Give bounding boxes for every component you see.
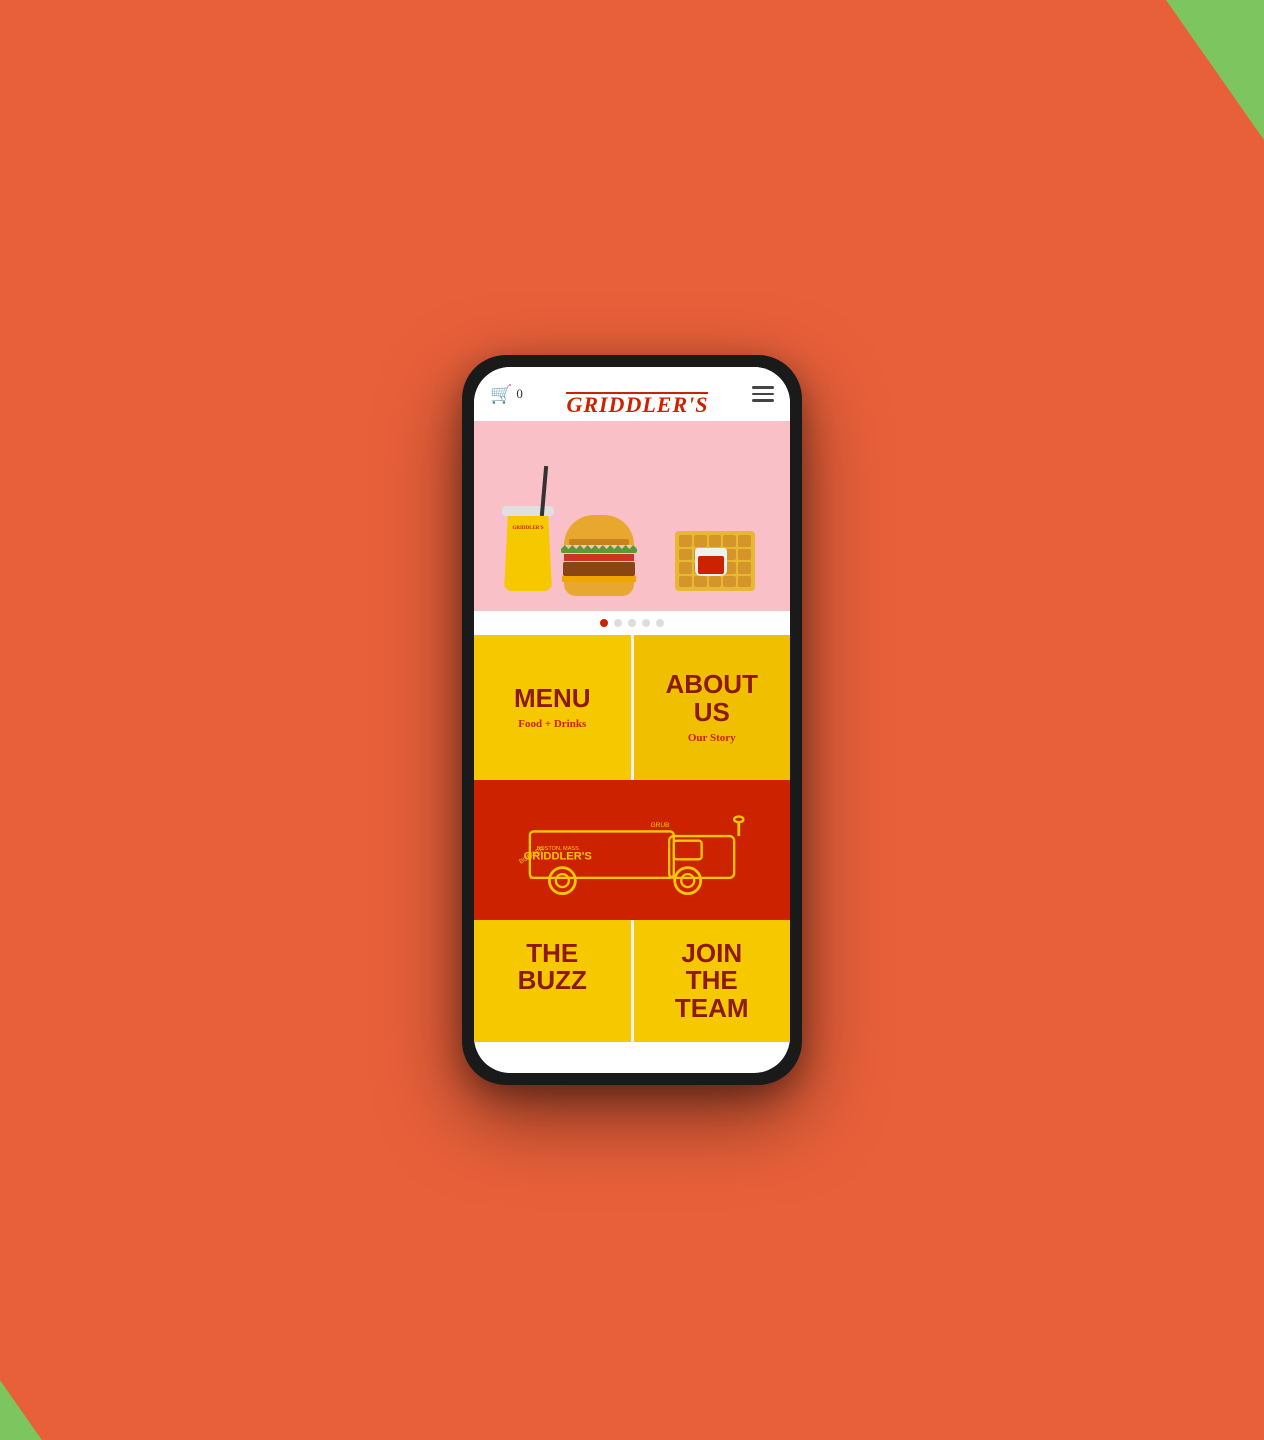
fry-piece	[694, 535, 707, 547]
dot-3[interactable]	[628, 619, 636, 627]
cart-count: 0	[516, 386, 523, 402]
about-subtitle: Our Story	[688, 732, 736, 744]
cart-icon: 🛒	[490, 384, 512, 405]
logo-text: GRIDDLER'S	[566, 392, 708, 394]
hamburger-line-1	[752, 386, 774, 389]
bun-top	[564, 515, 634, 545]
join-team-button[interactable]: JOIN THE TEAM	[634, 920, 791, 1042]
fry-piece	[738, 576, 751, 588]
fry-piece	[723, 535, 736, 547]
svg-text:GRUB: GRUB	[651, 822, 670, 829]
fry-piece	[738, 549, 751, 561]
menu-subtitle: Food + Drinks	[518, 718, 586, 730]
drink-cup: GRIDDLER'S	[504, 506, 554, 591]
phone-frame: 🛒 0 GRIDDLER'S GRIDDLE	[462, 355, 802, 1085]
fry-piece	[679, 562, 692, 574]
fry-piece	[738, 535, 751, 547]
fry-piece	[709, 535, 722, 547]
main-grid: MENU Food + Drinks ABOUT US Our Story	[474, 635, 790, 780]
cart-button[interactable]: 🛒 0	[490, 384, 523, 405]
tomato	[564, 554, 634, 561]
straw	[540, 466, 548, 516]
phone-screen: 🛒 0 GRIDDLER'S GRIDDLE	[474, 367, 790, 1073]
fry-piece	[679, 576, 692, 588]
hamburger-line-2	[752, 393, 774, 396]
waffle-fries	[675, 531, 755, 591]
menu-button[interactable]: MENU Food + Drinks	[474, 635, 631, 780]
truck-banner: GRIDDLER'S BOSTON, MASS BURGER GRUB	[474, 780, 790, 920]
menu-button[interactable]	[752, 386, 774, 402]
cup-lid	[502, 506, 554, 516]
cup-label: GRIDDLER'S	[512, 526, 543, 532]
patty	[563, 562, 635, 576]
fry-piece	[709, 576, 722, 588]
carousel-dots	[474, 611, 790, 635]
bottom-grid: THE BUZZ JOIN THE TEAM	[474, 920, 790, 1042]
cup-body: GRIDDLER'S	[504, 516, 552, 591]
sauce-inside	[698, 556, 724, 574]
fry-piece	[723, 576, 736, 588]
buzz-title-line1: THE	[526, 940, 578, 967]
buzz-title-line2: BUZZ	[518, 967, 587, 994]
dipping-sauce	[695, 548, 727, 576]
hero-banner: GRIDDLER'S	[474, 421, 790, 611]
join-title-line2: THE	[686, 967, 738, 994]
dot-4[interactable]	[642, 619, 650, 627]
dot-1[interactable]	[600, 619, 608, 627]
fry-piece	[679, 535, 692, 547]
fry-piece	[679, 549, 692, 561]
app-header: 🛒 0 GRIDDLER'S	[474, 367, 790, 421]
join-title-line1: JOIN	[681, 940, 742, 967]
about-title: ABOUT US	[650, 671, 775, 726]
about-us-button[interactable]: ABOUT US Our Story	[634, 635, 791, 780]
dot-2[interactable]	[614, 619, 622, 627]
menu-title: MENU	[514, 685, 591, 712]
truck-illustration: GRIDDLER'S BOSTON, MASS BURGER GRUB	[502, 795, 762, 905]
food-scene: GRIDDLER'S	[474, 421, 790, 611]
join-title-line3: TEAM	[675, 995, 749, 1022]
buzz-button[interactable]: THE BUZZ	[474, 920, 631, 1042]
fry-piece	[738, 562, 751, 574]
burger	[564, 515, 637, 596]
hamburger-line-3	[752, 399, 774, 402]
fry-piece	[694, 576, 707, 588]
lettuce	[561, 545, 637, 553]
dot-5[interactable]	[656, 619, 664, 627]
bun-bottom	[564, 582, 634, 596]
